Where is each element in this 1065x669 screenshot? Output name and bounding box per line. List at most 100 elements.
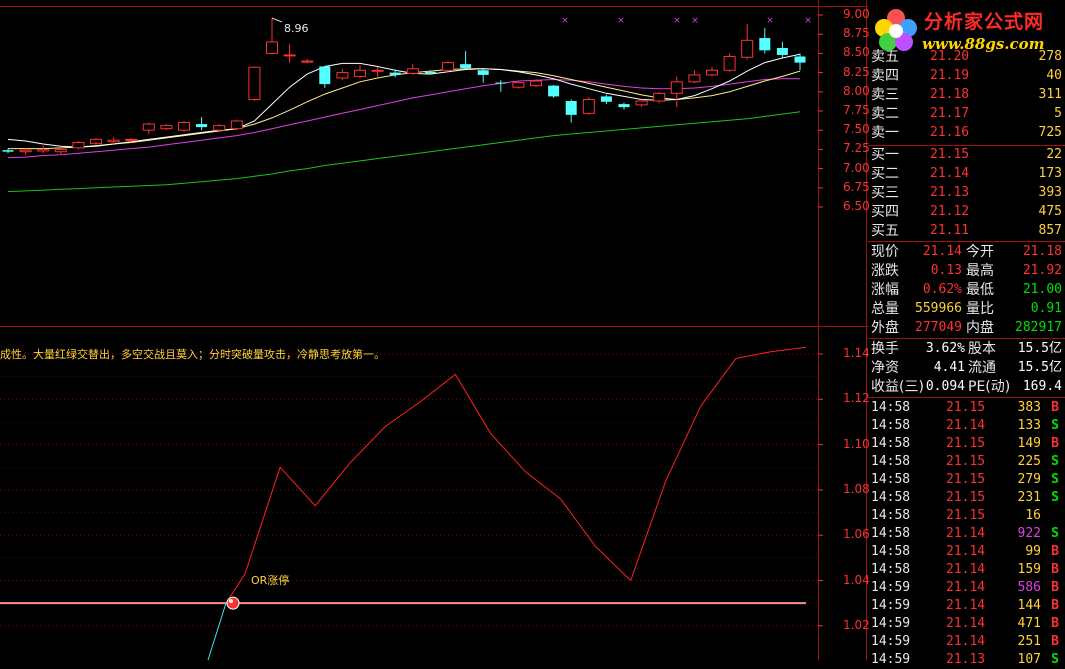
tick-time: 14:59 — [871, 616, 911, 631]
price-axis-label: 7.75 — [843, 103, 870, 117]
or-signal-dot — [226, 596, 240, 610]
indicator-axis-label: 1.06 — [843, 527, 870, 542]
tick-row: 14:58 21.14 133 S — [868, 417, 1065, 435]
candle-body-up — [107, 139, 120, 143]
candle-body-up — [266, 41, 278, 54]
tick-row: 14:59 21.14 471 B — [868, 615, 1065, 633]
stat-value: 0.62% — [922, 282, 962, 297]
stat-value: 21.00 — [1022, 282, 1062, 297]
candle-body-up — [336, 72, 349, 79]
indicator-axis-label: 1.08 — [843, 481, 870, 496]
tick-side: B — [1051, 598, 1059, 613]
kline-chart[interactable]: × × × × × × — [0, 0, 868, 660]
bid-row: 买五 21.11 857 — [868, 222, 1065, 240]
stat-value: 21.14 — [922, 244, 962, 259]
bid-price: 21.15 — [930, 147, 970, 162]
candle-body-up — [706, 69, 718, 76]
tick-volume: 133 — [1017, 418, 1041, 433]
stat-value: 277049 — [915, 320, 962, 335]
tick-time: 14:59 — [871, 634, 911, 649]
price-axis-label: 6.75 — [843, 179, 870, 194]
tick-side: S — [1051, 454, 1059, 469]
tick-side: B — [1051, 580, 1059, 595]
stat2-row: 净资 4.41 流通 15.5亿 — [868, 359, 1065, 377]
bid-volume: 22 — [1046, 147, 1062, 162]
bid-price: 21.12 — [930, 204, 970, 219]
ask-price: 21.19 — [930, 68, 970, 83]
stat-label: 收益(三) — [871, 379, 924, 395]
candle-body-up — [213, 125, 226, 131]
stat-label: 流通 — [968, 360, 996, 376]
price-axis-label: 7.00 — [843, 160, 870, 175]
price-axis-label: 7.25 — [843, 141, 870, 156]
signal-marker: × — [804, 16, 812, 26]
tick-volume: 231 — [1017, 490, 1041, 505]
stat-row: 总量 559966 量比 0.91 — [868, 300, 1065, 318]
candle-body-up — [72, 141, 85, 149]
bid-row: 买三 21.13 393 — [868, 184, 1065, 202]
tick-side: S — [1051, 490, 1059, 505]
tick-side: S — [1051, 472, 1059, 487]
candle-body-down — [460, 64, 472, 68]
tick-side: S — [1051, 418, 1059, 433]
price-axis-label: 7.50 — [843, 122, 870, 137]
tick-time: 14:58 — [871, 490, 911, 505]
signal-marker: × — [691, 16, 699, 26]
or-limit-label: OR涨停 — [251, 574, 290, 587]
candle-body-up — [54, 148, 67, 153]
tick-volume: 225 — [1017, 454, 1041, 469]
candle-body-up — [688, 74, 701, 83]
stat-value: 169.4 — [1022, 379, 1062, 394]
tick-side: B — [1051, 634, 1059, 649]
ma-white-line — [7, 53, 801, 148]
tick-row: 14:58 21.14 922 S — [868, 525, 1065, 543]
stat-label: 量比 — [966, 301, 994, 317]
tick-row: 14:59 21.14 144 B — [868, 597, 1065, 615]
stat-label: 外盘 — [871, 320, 899, 336]
indicator-axis-label: 1.02 — [843, 617, 870, 632]
tick-row: 14:58 21.15 231 S — [868, 489, 1065, 507]
tick-time: 14:58 — [871, 472, 911, 487]
bid-price: 21.14 — [930, 166, 970, 181]
tick-side: S — [1051, 526, 1059, 541]
candle-body-up — [90, 138, 102, 144]
ma-green-line — [7, 111, 801, 193]
tick-row: 14:59 21.14 251 B — [868, 633, 1065, 651]
chart-area[interactable]: × × × × × × 8.96 成性。大量红绿交替出，多空交战且莫入；分时突破量攻击，冷… — [0, 0, 870, 660]
formula-note: 成性。大量红绿交替出，多空交战且莫入；分时突破量攻击，冷静思考放第一。 — [0, 348, 385, 361]
signal-marker: × — [561, 16, 569, 26]
bid-price: 21.11 — [930, 223, 970, 238]
candle-body-up — [741, 39, 754, 58]
candle-body-down — [2, 150, 14, 152]
candle-body-up — [530, 80, 542, 87]
tick-price: 21.14 — [946, 616, 986, 631]
candle-body-up — [406, 68, 419, 74]
tick-time: 14:58 — [871, 508, 911, 523]
stat-value: 3.62% — [925, 341, 965, 356]
ask-price: 21.16 — [930, 125, 970, 140]
stat-value: 0.094 — [925, 379, 965, 394]
stat-value: 0.91 — [1030, 301, 1062, 316]
ask-label: 卖四 — [871, 68, 899, 84]
tick-row: 14:58 21.15 225 S — [868, 453, 1065, 471]
tick-volume: 159 — [1017, 562, 1041, 577]
tick-side: B — [1051, 562, 1059, 577]
tick-volume: 16 — [1025, 508, 1041, 523]
stat-value: 21.18 — [1022, 244, 1062, 259]
tick-volume: 107 — [1017, 652, 1041, 667]
ask-row: 卖四 21.19 40 — [868, 67, 1065, 85]
ask-label: 卖一 — [871, 125, 899, 141]
stat-label: 最低 — [966, 282, 994, 298]
ask-volume: 311 — [1038, 87, 1062, 102]
stat-label: 内盘 — [966, 320, 994, 336]
price-axis-label: 8.25 — [843, 64, 870, 79]
tick-time: 14:59 — [871, 580, 911, 595]
tick-row: 14:58 21.15 16 — [868, 507, 1065, 525]
tick-price: 21.15 — [946, 454, 986, 469]
stat-label: 股本 — [968, 341, 996, 357]
candle-body-down — [319, 66, 331, 85]
tick-row: 14:58 21.15 383 B — [868, 399, 1065, 417]
tick-time: 14:58 — [871, 544, 911, 559]
high-price-marker: 8.96 — [284, 22, 309, 35]
bid-row: 买四 21.12 475 — [868, 203, 1065, 221]
